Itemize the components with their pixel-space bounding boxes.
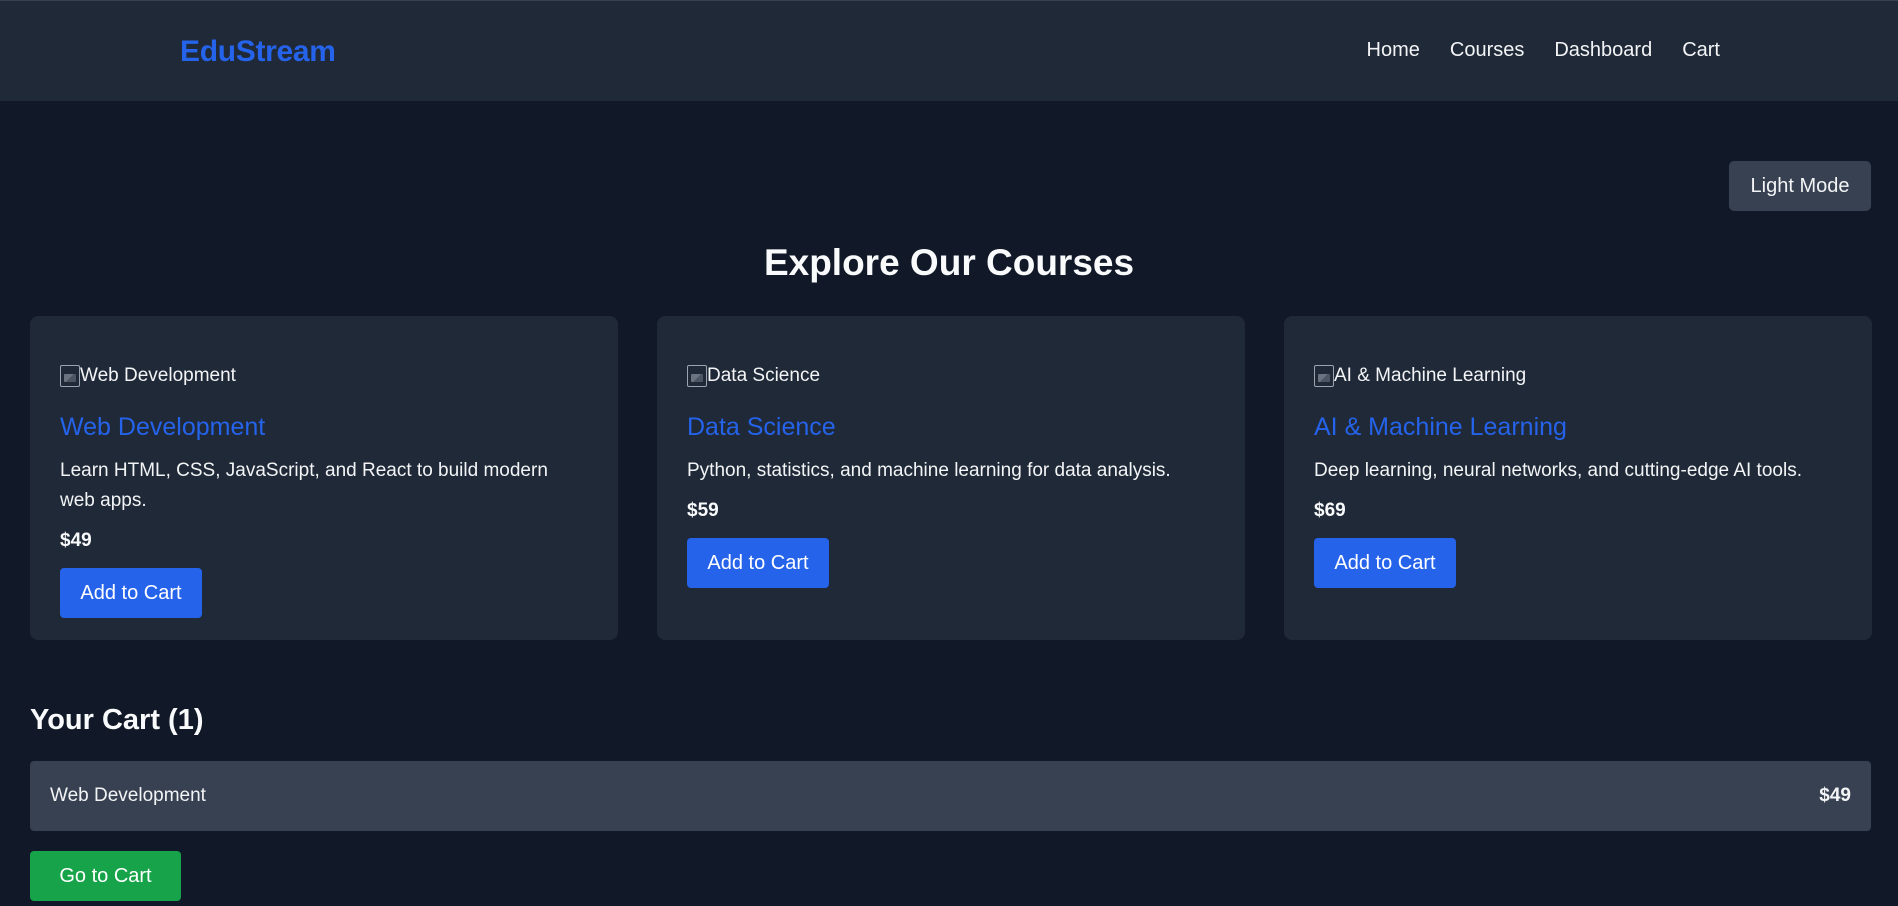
- nav-link-dashboard[interactable]: Dashboard: [1554, 39, 1652, 62]
- course-title: Data Science: [687, 413, 836, 441]
- course-card: Data Science Data Science Python, statis…: [657, 316, 1245, 640]
- nav-link-courses[interactable]: Courses: [1450, 39, 1524, 62]
- course-title: Web Development: [60, 413, 266, 441]
- add-to-cart-button[interactable]: Add to Cart: [60, 568, 202, 618]
- course-image: Web Development: [60, 363, 588, 389]
- go-to-cart-button[interactable]: Go to Cart: [30, 851, 181, 901]
- cart-item-price: $49: [1819, 785, 1851, 806]
- cart-item: Web Development $49: [30, 761, 1871, 831]
- course-image-alt: Data Science: [707, 365, 821, 386]
- course-card: Web Development Web Development Learn HT…: [30, 316, 618, 640]
- course-price: $59: [687, 500, 719, 521]
- nav-link-cart[interactable]: Cart: [1682, 39, 1720, 62]
- course-image-alt: AI & Machine Learning: [1334, 365, 1527, 386]
- cart-item-name: Web Development: [50, 785, 206, 806]
- top-navbar: EduStream Home Courses Dashboard Cart: [0, 0, 1898, 101]
- course-description: Learn HTML, CSS, JavaScript, and React t…: [60, 460, 548, 511]
- course-description: Deep learning, neural networks, and cutt…: [1314, 460, 1802, 481]
- broken-image-icon: [1314, 365, 1334, 387]
- add-to-cart-button[interactable]: Add to Cart: [687, 538, 829, 588]
- brand-logo[interactable]: EduStream: [180, 35, 336, 69]
- page-title: Explore Our Courses: [763, 242, 1135, 283]
- broken-image-icon: [60, 365, 80, 387]
- course-image-alt: Web Development: [80, 365, 236, 386]
- cart-title: Your Cart (1): [30, 704, 204, 736]
- nav-link-home[interactable]: Home: [1367, 39, 1420, 62]
- main-nav: Home Courses Dashboard Cart: [1367, 39, 1720, 62]
- add-to-cart-button[interactable]: Add to Cart: [1314, 538, 1456, 588]
- theme-toggle-button[interactable]: Light Mode: [1729, 161, 1871, 211]
- course-title: AI & Machine Learning: [1314, 413, 1567, 441]
- course-image: Data Science: [687, 363, 1215, 389]
- course-image: AI & Machine Learning: [1314, 363, 1842, 389]
- course-price: $69: [1314, 500, 1346, 521]
- broken-image-icon: [687, 365, 707, 387]
- course-card: AI & Machine Learning AI & Machine Learn…: [1284, 316, 1872, 640]
- course-description: Python, statistics, and machine learning…: [687, 460, 1171, 481]
- course-price: $49: [60, 530, 92, 551]
